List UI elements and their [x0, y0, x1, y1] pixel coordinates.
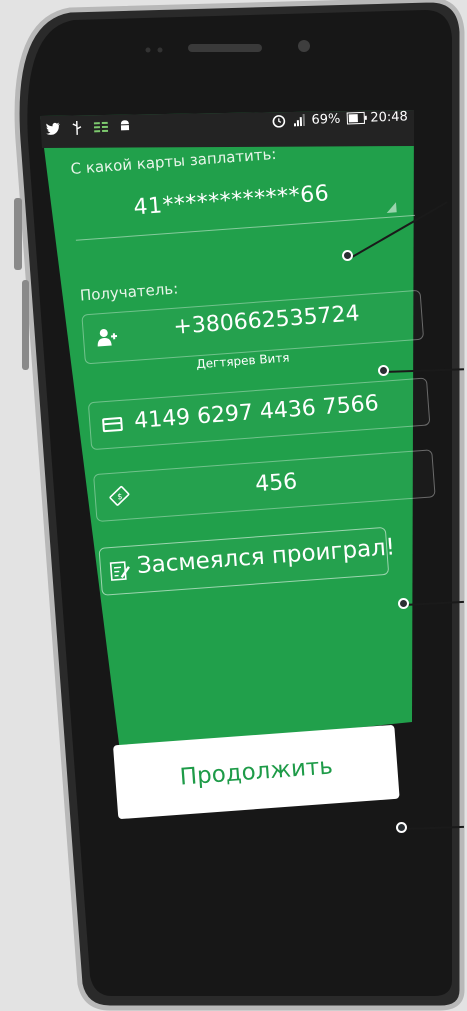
- volume-button: [14, 198, 22, 270]
- money-icon: $: [109, 485, 130, 506]
- payment-form: С какой карты заплатить: 41************6…: [70, 135, 457, 820]
- settings-icon: [93, 120, 109, 134]
- callout-dot: [342, 250, 353, 261]
- twitter-icon: [46, 122, 60, 136]
- usb-icon: [70, 120, 84, 135]
- card-number: 4149 6297 4436 7566: [133, 391, 380, 434]
- power-button: [22, 280, 29, 370]
- callout-dot: [396, 822, 407, 833]
- speaker-grille: [188, 44, 262, 52]
- recipient-phone: +380662535724: [172, 301, 361, 340]
- front-camera: [298, 40, 310, 52]
- android-icon: [118, 119, 132, 133]
- svg-text:$: $: [117, 492, 123, 501]
- credit-card-icon: [102, 416, 123, 433]
- edit-note-icon: [109, 561, 130, 581]
- source-card-select[interactable]: 41************66: [72, 171, 416, 241]
- battery-icon: [346, 111, 365, 125]
- callout-dot: [398, 598, 409, 609]
- amount-field[interactable]: $ 456: [93, 449, 436, 523]
- source-card-value: 41************66: [132, 181, 331, 221]
- battery-fill: [348, 114, 358, 123]
- amount-value: 456: [254, 469, 299, 498]
- dropdown-arrow-icon: [385, 202, 397, 213]
- comment-field[interactable]: Засмеялся проиграл!: [98, 526, 396, 596]
- clock: 20:48: [370, 108, 409, 126]
- add-contact-icon[interactable]: [95, 327, 118, 349]
- battery-percent: 69%: [311, 111, 341, 128]
- comment-text: Засмеялся проиграл!: [135, 534, 396, 580]
- alarm-icon: [271, 114, 285, 128]
- signal-icon: [291, 113, 305, 127]
- callout-dot: [378, 365, 389, 376]
- card-number-field[interactable]: 4149 6297 4436 7566: [87, 377, 431, 451]
- recipient-phone-field[interactable]: +380662535724 Дегтярев Витя: [81, 289, 425, 371]
- recipient-name: Дегтярев Витя: [195, 350, 290, 372]
